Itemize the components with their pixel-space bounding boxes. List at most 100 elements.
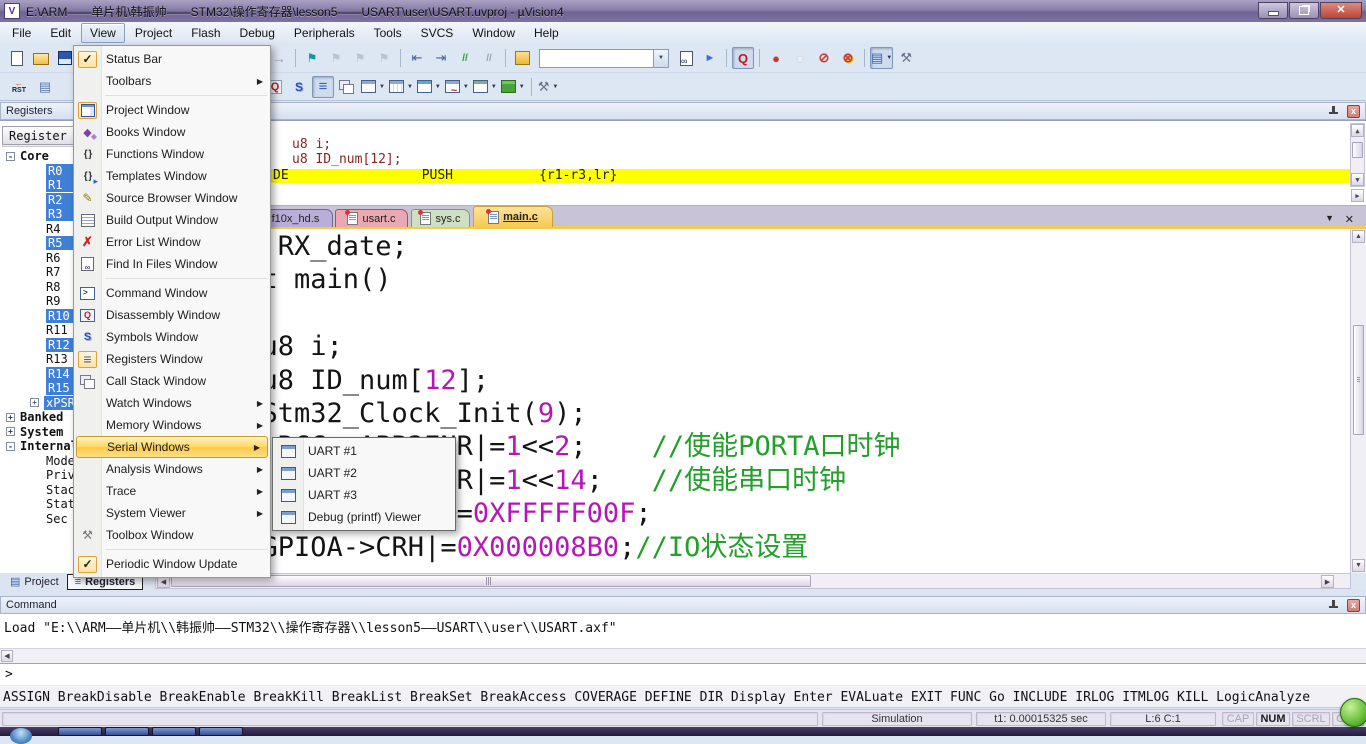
- view-menu-item-source-browser-window[interactable]: Source Browser Window: [74, 187, 270, 209]
- editor-horizontal-scrollbar[interactable]: ◀ ▶: [155, 573, 1351, 589]
- scroll-up-icon[interactable]: ▲: [1351, 124, 1364, 137]
- insert-bookmark-icon[interactable]: [301, 47, 323, 69]
- view-menu-item-toolbars[interactable]: Toolbars▶: [74, 70, 270, 92]
- comment-icon[interactable]: [454, 47, 476, 69]
- collapse-icon[interactable]: -: [6, 152, 15, 161]
- breakpoint-off-icon[interactable]: [789, 47, 811, 69]
- view-menu-item-watch-windows[interactable]: Watch Windows▶: [74, 392, 270, 414]
- memory-windows-icon[interactable]: ▼: [388, 76, 414, 98]
- command-scrollbar[interactable]: ◀: [0, 648, 1366, 663]
- system-viewer-icon[interactable]: ▼: [472, 76, 498, 98]
- editor-tab-usart-c[interactable]: usart.c: [335, 209, 408, 227]
- view-menu-item-serial-windows[interactable]: Serial Windows▶: [76, 436, 268, 458]
- chevron-down-icon[interactable]: ▼: [463, 84, 469, 90]
- serial-windows-icon[interactable]: ▼: [416, 76, 442, 98]
- open-file-icon[interactable]: [30, 47, 52, 69]
- wrench-icon[interactable]: [895, 47, 917, 69]
- unindent-icon[interactable]: [406, 47, 428, 69]
- taskbar-app-button[interactable]: [105, 727, 149, 736]
- scroll-right-icon[interactable]: ▶: [1321, 575, 1334, 588]
- callstack-window-icon[interactable]: [336, 76, 358, 98]
- view-menu-item-analysis-windows[interactable]: Analysis Windows▶: [74, 458, 270, 480]
- menu-edit[interactable]: Edit: [41, 23, 80, 43]
- view-menu-item-registers-window[interactable]: Registers Window: [74, 348, 270, 370]
- menu-debug[interactable]: Debug: [231, 23, 284, 43]
- expand-icon[interactable]: +: [6, 413, 15, 422]
- forward-arrow-icon[interactable]: [268, 47, 290, 69]
- scroll-down-icon[interactable]: ▼: [1351, 173, 1364, 186]
- view-menu-item-functions-window[interactable]: Functions Window: [74, 143, 270, 165]
- command-input[interactable]: >: [0, 663, 1366, 685]
- menu-help[interactable]: Help: [525, 23, 568, 43]
- menu-svcs[interactable]: SVCS: [412, 23, 463, 43]
- menu-project[interactable]: Project: [126, 23, 181, 43]
- overlay-green-ball-icon[interactable]: [1340, 698, 1366, 727]
- chevron-down-icon[interactable]: ▼: [886, 55, 892, 61]
- chevron-down-icon[interactable]: ▼: [519, 84, 525, 90]
- restore-button[interactable]: [1289, 2, 1319, 19]
- view-menu-item-call-stack-window[interactable]: Call Stack Window: [74, 370, 270, 392]
- reset-icon[interactable]: RST: [6, 76, 32, 98]
- menu-window[interactable]: Window: [463, 23, 524, 43]
- taskbar-app-button[interactable]: [58, 727, 102, 736]
- view-menu-item-command-window[interactable]: Command Window: [74, 282, 270, 304]
- serial-submenu-item-uart-2[interactable]: UART #2: [273, 462, 455, 484]
- close-button[interactable]: ✕: [1320, 2, 1362, 19]
- view-menu-item-find-in-files-window[interactable]: Find In Files Window: [74, 253, 270, 275]
- pin-icon[interactable]: [1329, 106, 1338, 116]
- breakpoint-icon[interactable]: [765, 47, 787, 69]
- scroll-left-icon[interactable]: ◀: [1, 650, 13, 662]
- view-menu-item-build-output-window[interactable]: Build Output Window: [74, 209, 270, 231]
- menu-peripherals[interactable]: Peripherals: [285, 23, 364, 43]
- indent-icon[interactable]: [430, 47, 452, 69]
- toolbox-icon[interactable]: ▼: [537, 76, 560, 98]
- scroll-right-icon[interactable]: ▶: [1351, 189, 1364, 202]
- find-in-files-icon[interactable]: [675, 47, 697, 69]
- next-bookmark-icon[interactable]: [349, 47, 371, 69]
- view-menu-item-memory-windows[interactable]: Memory Windows▶: [74, 414, 270, 436]
- view-menu-item-books-window[interactable]: Books Window: [74, 121, 270, 143]
- collapse-icon[interactable]: -: [6, 442, 15, 451]
- chevron-down-icon[interactable]: ▼: [552, 84, 558, 90]
- close-pane-icon[interactable]: x: [1347, 105, 1360, 118]
- chevron-down-icon[interactable]: ▼: [491, 84, 497, 90]
- symbols-window-icon[interactable]: [288, 76, 310, 98]
- view-menu-item-templates-window[interactable]: Templates Window: [74, 165, 270, 187]
- menu-flash[interactable]: Flash: [182, 23, 229, 43]
- chevron-down-icon[interactable]: ▼: [435, 84, 441, 90]
- serial-submenu-item-uart-1[interactable]: UART #1: [273, 440, 455, 462]
- next-statement-icon[interactable]: [34, 76, 56, 98]
- editor-vertical-scrollbar[interactable]: ▲ ▼: [1350, 229, 1366, 573]
- chevron-down-icon[interactable]: ▼: [379, 84, 385, 90]
- view-menu-item-disassembly-window[interactable]: Disassembly Window: [74, 304, 270, 326]
- scroll-down-icon[interactable]: ▼: [1352, 559, 1365, 572]
- uncomment-icon[interactable]: [478, 47, 500, 69]
- registers-window-icon[interactable]: [312, 76, 334, 98]
- view-menu-item-toolbox-window[interactable]: Toolbox Window: [74, 524, 270, 546]
- view-menu-item-trace[interactable]: Trace▶: [74, 480, 270, 502]
- start-orb-icon[interactable]: [10, 728, 32, 744]
- search-combobox[interactable]: ▼: [539, 49, 669, 68]
- view-menu-item-project-window[interactable]: Project Window: [74, 99, 270, 121]
- view-menu-item-status-bar[interactable]: Status Bar: [74, 48, 270, 70]
- menu-view[interactable]: View: [81, 23, 125, 43]
- project-window-icon[interactable]: ▼: [870, 47, 893, 69]
- taskbar-app-button[interactable]: [199, 727, 243, 736]
- chevron-down-icon[interactable]: ▼: [407, 84, 413, 90]
- analysis-windows-icon[interactable]: ▼: [444, 76, 470, 98]
- scroll-up-icon[interactable]: ▲: [1352, 230, 1365, 243]
- configure-flash-icon[interactable]: [511, 47, 533, 69]
- debug-session-icon[interactable]: [732, 47, 754, 69]
- menu-file[interactable]: File: [3, 23, 40, 43]
- expand-icon[interactable]: +: [6, 427, 15, 436]
- watch-windows-icon[interactable]: ▼: [360, 76, 386, 98]
- clear-bookmarks-icon[interactable]: [373, 47, 395, 69]
- kill-breakpoints-icon[interactable]: [837, 47, 859, 69]
- incremental-find-icon[interactable]: [699, 47, 721, 69]
- view-menu-item-error-list-window[interactable]: Error List Window: [74, 231, 270, 253]
- tab-list-dropdown-icon[interactable]: ▼: [1325, 213, 1334, 223]
- close-pane-icon[interactable]: x: [1347, 599, 1360, 612]
- disable-breakpoints-icon[interactable]: [813, 47, 835, 69]
- peripherals-icon[interactable]: ▼: [500, 76, 526, 98]
- serial-submenu-item-debug-printf-viewer[interactable]: Debug (printf) Viewer: [273, 506, 455, 528]
